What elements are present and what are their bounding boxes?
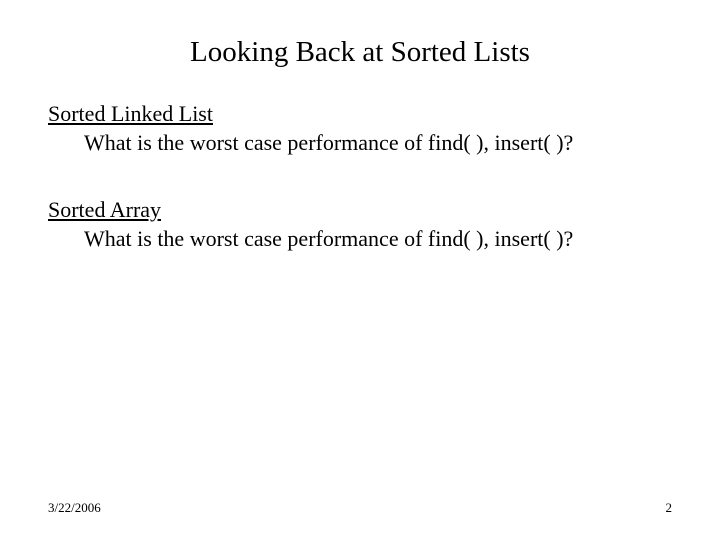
footer-page-number: 2: [666, 500, 673, 516]
slide-title: Looking Back at Sorted Lists: [48, 36, 672, 69]
section-body-sorted-array: What is the worst case performance of fi…: [84, 225, 672, 253]
footer: 3/22/2006 2: [48, 500, 672, 516]
section-linked-list: Sorted Linked List What is the worst cas…: [48, 101, 672, 157]
section-heading-sorted-array: Sorted Array: [48, 197, 672, 223]
section-sorted-array: Sorted Array What is the worst case perf…: [48, 197, 672, 253]
section-body-linked-list: What is the worst case performance of fi…: [84, 129, 672, 157]
section-heading-linked-list: Sorted Linked List: [48, 101, 672, 127]
footer-date: 3/22/2006: [48, 500, 101, 516]
